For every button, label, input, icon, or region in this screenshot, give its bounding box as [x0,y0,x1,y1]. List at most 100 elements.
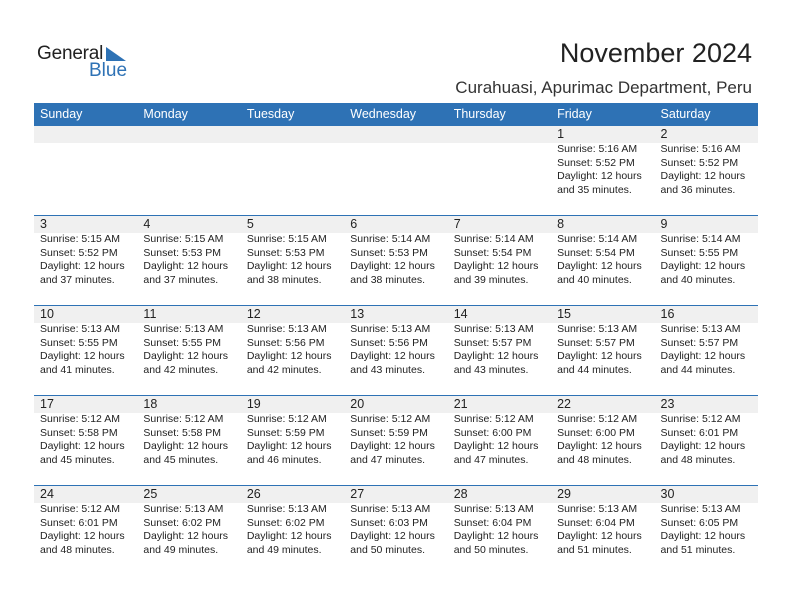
day-cell: 26 Sunrise: 5:13 AM Sunset: 6:02 PM Dayligh… [241,486,344,557]
day-number: 8 [557,217,565,231]
day-number: 7 [453,217,461,231]
daylight-minutes-text: and 45 minutes. [143,453,219,466]
day-cell: 27 Sunrise: 5:13 AM Sunset: 6:03 PM Dayligh… [344,486,447,557]
day-cell: 10 Sunrise: 5:13 AM Sunset: 5:55 PM Dayligh… [34,306,137,377]
daylight-text: Daylight: 12 hours [660,530,746,543]
daylight-text: Daylight: 12 hours [246,530,332,543]
day-cell: 17 Sunrise: 5:12 AM Sunset: 5:58 PM Dayligh… [34,396,137,467]
daylight-minutes-text: and 51 minutes. [660,543,736,556]
sunrise-text: Sunrise: 5:13 AM [557,503,638,515]
day-number: 3 [40,217,47,231]
daylight-text: Daylight: 12 hours [350,530,435,543]
day-cell: 13 Sunrise: 5:13 AM Sunset: 5:56 PM Dayligh… [344,306,447,377]
daylight-minutes-text: and 47 minutes. [350,453,425,466]
daylight-minutes-text: and 36 minutes. [660,183,736,196]
daylight-text: Daylight: 12 hours [453,530,539,543]
daylight-text: Daylight: 12 hours [453,440,539,453]
day-cell: 30 Sunrise: 5:13 AM Sunset: 6:05 PM Dayligh… [655,486,758,557]
sunset-text: Sunset: 6:01 PM [660,426,739,439]
daylight-minutes-text: and 45 minutes. [40,453,115,466]
day-number: 5 [246,217,254,231]
daylight-text: Daylight: 12 hours [40,440,125,453]
sunset-text: Sunset: 5:56 PM [246,336,325,349]
daylight-text: Daylight: 12 hours [660,260,746,273]
sunrise-text: Sunrise: 5:13 AM [246,323,327,335]
sunset-text: Sunset: 6:02 PM [143,516,222,529]
sunset-text: Sunset: 5:55 PM [40,336,118,349]
sunset-text: Sunset: 5:55 PM [143,336,222,349]
day-number: 16 [660,307,675,321]
weekday-friday: Friday [557,107,592,121]
daylight-minutes-text: and 48 minutes. [40,543,115,556]
daylight-text: Daylight: 12 hours [660,350,746,363]
sunset-text: Sunset: 5:52 PM [557,156,635,169]
day-number: 19 [246,397,261,411]
daylight-text: Daylight: 12 hours [143,350,229,363]
daylight-text: Daylight: 12 hours [557,530,642,543]
sunset-text: Sunset: 5:52 PM [40,246,118,259]
daylight-minutes-text: and 38 minutes. [246,273,322,286]
sunrise-text: Sunrise: 5:16 AM [557,143,638,155]
daylight-minutes-text: and 49 minutes. [246,543,322,556]
day-cell: 25 Sunrise: 5:13 AM Sunset: 6:02 PM Dayligh… [137,486,240,557]
daylight-minutes-text: and 37 minutes. [40,273,115,286]
sunrise-text: Sunrise: 5:12 AM [557,413,638,425]
daylight-text: Daylight: 12 hours [40,530,125,543]
day-cell: 15 Sunrise: 5:13 AM Sunset: 5:57 PM Dayligh… [551,306,654,377]
daylight-minutes-text: and 42 minutes. [246,363,322,376]
daylight-minutes-text: and 40 minutes. [557,273,632,286]
sunrise-text: Sunrise: 5:14 AM [557,233,638,245]
weekday-monday: Monday [143,107,188,121]
sunset-text: Sunset: 6:00 PM [557,426,635,439]
page-title: November 2024 [559,38,752,68]
sunset-text: Sunset: 5:52 PM [660,156,739,169]
daylight-minutes-text: and 51 minutes. [557,543,632,556]
weekday-header: Sunday Monday Tuesday Wednesday Thursday… [34,103,758,126]
day-number: 6 [350,217,358,231]
sunrise-text: Sunrise: 5:13 AM [453,323,534,335]
day-number: 12 [246,307,261,321]
day-cell: 28 Sunrise: 5:13 AM Sunset: 6:04 PM Dayligh… [448,486,551,557]
day-number: 28 [453,487,468,501]
daylight-text: Daylight: 12 hours [40,350,125,363]
day-cell: 4 Sunrise: 5:15 AM Sunset: 5:53 PM Daylight… [137,216,240,287]
daylight-text: Daylight: 12 hours [453,350,539,363]
daylight-text: Daylight: 12 hours [557,170,642,183]
sunset-text: Sunset: 5:53 PM [143,246,222,259]
sunrise-text: Sunrise: 5:15 AM [40,233,120,245]
daylight-text: Daylight: 12 hours [40,260,125,273]
day-cell: 9 Sunrise: 5:14 AM Sunset: 5:55 PM Daylight… [655,216,758,287]
sunset-text: Sunset: 5:57 PM [660,336,739,349]
weekday-tuesday: Tuesday [246,107,295,121]
sunset-text: Sunset: 5:59 PM [246,426,325,439]
daylight-text: Daylight: 12 hours [350,350,435,363]
day-cell: 7 Sunrise: 5:14 AM Sunset: 5:54 PM Daylight… [448,216,551,287]
sunrise-text: Sunrise: 5:15 AM [246,233,327,245]
sunset-text: Sunset: 6:03 PM [350,516,428,529]
sunset-text: Sunset: 5:56 PM [350,336,428,349]
daylight-text: Daylight: 12 hours [246,260,332,273]
daylight-minutes-text: and 47 minutes. [453,453,529,466]
sunset-text: Sunset: 5:57 PM [557,336,635,349]
day-number: 26 [246,487,261,501]
sunrise-text: Sunrise: 5:13 AM [143,323,224,335]
day-cell: 19 Sunrise: 5:12 AM Sunset: 5:59 PM Dayligh… [241,396,344,467]
sunrise-text: Sunrise: 5:13 AM [453,503,534,515]
sunrise-text: Sunrise: 5:13 AM [350,503,431,515]
day-number: 30 [660,487,675,501]
day-number: 13 [350,307,365,321]
day-number: 4 [143,217,151,231]
location-subtitle: Curahuasi, Apurimac Department, Peru [455,78,752,97]
daylight-minutes-text: and 50 minutes. [453,543,529,556]
day-number: 2 [660,127,668,141]
daylight-minutes-text: and 42 minutes. [143,363,219,376]
sunset-text: Sunset: 5:59 PM [350,426,428,439]
week-row: 1 Sunrise: 5:16 AM Sunset: 5:52 PM Daylight… [34,126,758,215]
logo-triangle-icon [106,47,126,61]
sunset-text: Sunset: 5:58 PM [40,426,118,439]
sunrise-text: Sunrise: 5:13 AM [40,323,120,335]
sunset-text: Sunset: 6:04 PM [557,516,635,529]
day-cell: 16 Sunrise: 5:13 AM Sunset: 5:57 PM Dayligh… [655,306,758,377]
daylight-text: Daylight: 12 hours [350,260,435,273]
sunrise-text: Sunrise: 5:12 AM [453,413,534,425]
